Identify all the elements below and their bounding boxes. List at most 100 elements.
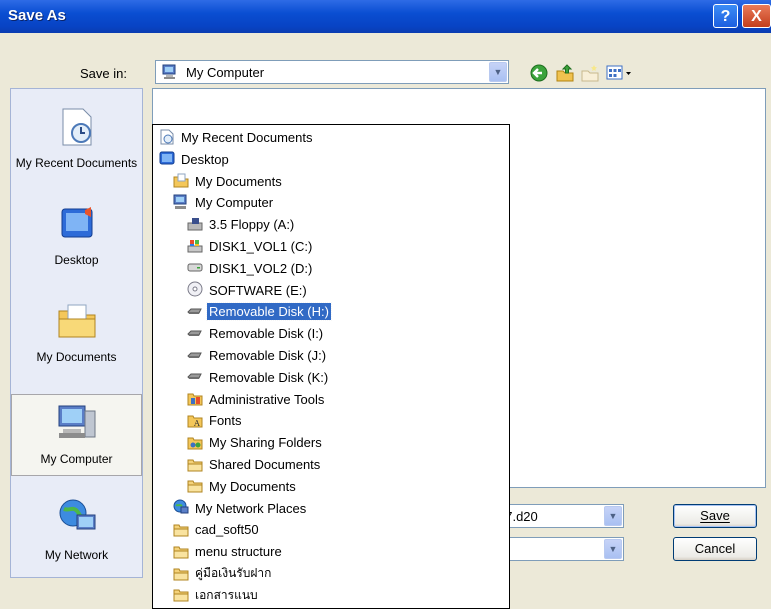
dropdown-item[interactable]: Removable Disk (I:) <box>187 323 325 343</box>
dropdown-item[interactable]: cad_soft50 <box>173 519 261 539</box>
dropdown-item[interactable]: My Sharing Folders <box>187 432 324 452</box>
place-desktop[interactable]: Desktop <box>11 204 142 274</box>
dropdown-item[interactable]: My Computer <box>173 192 275 212</box>
admin-tools-icon <box>187 390 203 406</box>
close-button[interactable]: X <box>742 4 771 28</box>
dropdown-item[interactable]: คู่มือเงินรับฝาก <box>173 563 273 583</box>
dropdown-item[interactable]: DISK1_VOL2 (D:) <box>187 258 314 278</box>
save-in-dropdown-list[interactable]: My Recent Documents Desktop My Documents My… <box>152 124 510 609</box>
place-my-computer[interactable]: My Computer <box>11 394 142 476</box>
file-name-input[interactable]: 47.d20 ▼ <box>492 504 624 528</box>
dropdown-item-label: DISK1_VOL2 (D:) <box>209 260 313 276</box>
dropdown-item-label: Removable Disk (H:) <box>206 302 332 322</box>
place-my-network[interactable]: My Network <box>11 497 142 577</box>
floppy-drive-icon <box>187 216 203 232</box>
folder-icon <box>187 477 203 493</box>
save-in-label: Save in: <box>80 66 127 81</box>
dialog-body: Save in: My Computer ▼ My Recent Documen… <box>0 33 771 609</box>
dropdown-item[interactable]: A Fonts <box>187 410 244 430</box>
dropdown-item-label: My Network Places <box>195 500 307 516</box>
folder-icon <box>187 456 203 472</box>
folder-icon <box>173 586 189 602</box>
dropdown-item[interactable]: DISK1_VOL1 (C:) <box>187 236 314 256</box>
dropdown-item-label: SOFTWARE (E:) <box>209 282 307 298</box>
dropdown-item[interactable]: 3.5 Floppy (A:) <box>187 214 296 234</box>
hard-drive-icon <box>187 259 203 275</box>
system-drive-icon <box>187 238 203 254</box>
dropdown-item-label: 3.5 Floppy (A:) <box>209 217 295 233</box>
dropdown-item-label: menu structure <box>195 544 282 560</box>
dropdown-item-label: Removable Disk (K:) <box>209 369 329 385</box>
desktop-icon <box>159 150 175 166</box>
dropdown-item[interactable]: Removable Disk (K:) <box>187 367 330 387</box>
dropdown-item[interactable]: My Documents <box>187 476 298 496</box>
dropdown-item-label: My Computer <box>195 195 274 211</box>
save-button[interactable]: Save <box>673 504 757 528</box>
removable-disk-icon <box>187 303 203 319</box>
save-in-dropdown[interactable]: My Computer ▼ <box>155 60 509 84</box>
dropdown-item-label: Removable Disk (I:) <box>209 326 324 342</box>
my-computer-icon <box>12 403 141 446</box>
dropdown-item[interactable]: My Network Places <box>173 498 308 518</box>
views-menu-icon[interactable] <box>605 63 637 83</box>
folder-icon <box>173 565 189 581</box>
recent-documents-icon <box>11 105 142 150</box>
back-icon[interactable] <box>529 63 549 83</box>
up-folder-icon[interactable] <box>555 63 575 83</box>
help-button[interactable]: ? <box>713 4 738 28</box>
dropdown-item-label: เอกสารแนบ <box>195 587 258 602</box>
file-type-dropdown[interactable]: ▼ <box>492 537 624 561</box>
dropdown-item-label: Administrative Tools <box>209 391 325 407</box>
dropdown-item[interactable]: SOFTWARE (E:) <box>187 280 309 300</box>
save-in-selected: My Computer <box>186 65 265 80</box>
dropdown-item-label: My Documents <box>195 173 282 189</box>
my-documents-icon <box>11 299 142 344</box>
dropdown-item[interactable]: Administrative Tools <box>187 389 326 409</box>
dropdown-item-label: Shared Documents <box>209 457 321 473</box>
places-bar: My Recent Documents Desktop My Documents… <box>10 88 143 578</box>
dropdown-item[interactable]: My Recent Documents <box>159 127 315 147</box>
folder-icon <box>173 521 189 537</box>
place-label: My Documents <box>36 350 117 364</box>
dropdown-item[interactable]: Removable Disk (H:) <box>187 301 332 322</box>
my-computer-icon <box>162 64 178 83</box>
dropdown-item-label: Fonts <box>209 413 242 429</box>
dropdown-item-label: คู่มือเงินรับฝาก <box>195 566 272 581</box>
my-documents-icon <box>173 172 189 188</box>
dropdown-item[interactable]: My Documents <box>173 171 284 191</box>
chevron-down-icon[interactable]: ▼ <box>489 62 507 82</box>
sharing-folder-icon <box>187 434 203 450</box>
cd-drive-icon <box>187 281 203 297</box>
chevron-down-icon[interactable]: ▼ <box>604 506 622 526</box>
dropdown-item-label: Desktop <box>181 151 229 167</box>
dropdown-item[interactable]: เอกสารแนบ <box>173 585 260 605</box>
new-folder-icon[interactable] <box>580 63 600 83</box>
place-label: My Recent Documents <box>15 156 138 170</box>
dropdown-item-label: My Sharing Folders <box>209 435 322 451</box>
chevron-down-icon[interactable]: ▼ <box>604 539 622 559</box>
save-button-label: Save <box>700 508 730 523</box>
dropdown-item-label: My Recent Documents <box>181 130 313 146</box>
dropdown-item[interactable]: Desktop <box>159 149 231 169</box>
dropdown-item[interactable]: Removable Disk (J:) <box>187 345 328 365</box>
dropdown-item[interactable]: menu structure <box>173 541 284 561</box>
removable-disk-icon <box>187 368 203 384</box>
network-icon <box>11 497 142 542</box>
svg-text:A: A <box>193 419 200 428</box>
desktop-icon <box>11 204 142 247</box>
dropdown-item-label: My Documents <box>209 478 296 494</box>
cancel-button[interactable]: Cancel <box>673 537 757 561</box>
window-title: Save As <box>8 7 66 24</box>
folder-icon <box>173 543 189 559</box>
place-recent-documents[interactable]: My Recent Documents <box>11 105 142 185</box>
place-label: My Computer <box>40 452 113 466</box>
title-bar[interactable]: Save As ? X <box>0 0 771 33</box>
dropdown-item-label: DISK1_VOL1 (C:) <box>209 239 313 255</box>
dropdown-item-label: Removable Disk (J:) <box>209 348 327 364</box>
place-label: My Network <box>44 548 109 562</box>
dropdown-item-label: cad_soft50 <box>195 522 259 538</box>
recent-documents-icon <box>159 129 175 145</box>
my-computer-icon <box>173 194 189 210</box>
place-my-documents[interactable]: My Documents <box>11 299 142 379</box>
dropdown-item[interactable]: Shared Documents <box>187 454 322 474</box>
